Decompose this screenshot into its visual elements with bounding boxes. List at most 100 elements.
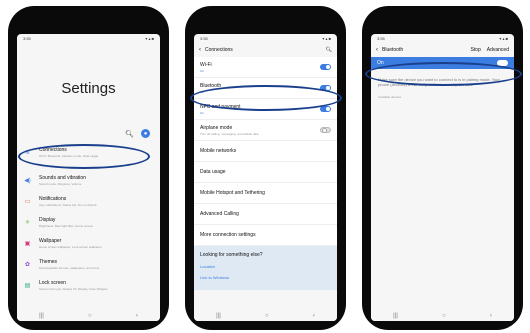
row-label: Advanced Calling [200,211,239,217]
wallpaper-icon: ▣ [24,241,31,247]
bluetooth-description: Make sure the device you want to connect… [378,77,500,87]
connections-list: Wi-Fi On Bluetooth On NFC and payment On Airpl… [194,57,337,246]
bluetooth-screen: 3:55 ▾ ▴ ■ ‹ Bluetooth Stop Advanced On … [371,34,514,321]
status-icons: ▾ ▴ ■ [499,36,508,41]
connections-row-nfc-and-payment[interactable]: NFC and payment On [194,99,337,120]
item-label: Sounds and vibration [39,175,86,181]
row-label: NFC and payment [200,103,241,110]
header: ‹ Connections 🔍︎ [194,43,337,57]
settings-list: ≋ Connections Wi-Fi, Bluetooth, Airplane m… [17,142,160,296]
toggle-switch[interactable] [320,85,331,91]
home-icon[interactable]: ○ [442,313,446,319]
stop-button[interactable]: Stop [470,47,480,53]
themes-icon: ✿ [24,262,31,268]
connections-row-airplane-mode[interactable]: Airplane mode Turn off calling, messaging… [194,120,337,141]
settings-item-lock-screen[interactable]: ▤ Lock screen Screen lock type, Always On … [17,275,160,296]
status-icons: ▾ ▴ ■ [322,36,331,41]
status-time: 3:55 [200,36,208,41]
settings-screen: 3:55 ▾ ▴ ■ Settings 🔍︎ ● ≋ Connections Wi-… [17,34,160,321]
item-label: Lock screen [39,280,66,286]
back-icon[interactable]: ‹ [313,313,315,319]
status-bar: 3:55 ▾ ▴ ■ [194,34,337,43]
settings-item-notifications[interactable]: ▭ Notifications App notifications, Status … [17,191,160,212]
back-arrow-icon[interactable]: ‹ [376,47,378,53]
link-to-windows[interactable]: Link to Windows [200,275,331,280]
link-location[interactable]: Location [200,264,331,269]
back-arrow-icon[interactable]: ‹ [199,47,201,53]
looking-panel: Looking for something else? Location Lin… [194,246,337,290]
item-label: Notifications [39,196,67,202]
sound-icon: ◀) [24,178,31,184]
item-label: Themes [39,259,58,265]
row-subtitle: On [200,68,205,73]
available-devices-label: Available devices [378,95,402,99]
row-label: Data usage [200,169,226,175]
connections-row-mobile-networks[interactable]: Mobile networks [194,141,337,162]
back-icon[interactable]: ‹ [136,313,138,319]
header-title: Connections [205,47,233,53]
wifi-icon: ≋ [24,150,31,156]
notification-icon: ▭ [24,199,31,205]
page-title: Settings [61,80,116,97]
bluetooth-toggle-bar[interactable]: On [371,57,514,69]
row-label: Bluetooth [200,82,222,89]
navigation-bar: ||| ○ ‹ [17,310,160,321]
recent-apps-icon[interactable]: ||| [39,313,44,319]
header-title: Bluetooth [382,47,404,53]
header: ‹ Bluetooth Stop Advanced [371,43,514,57]
item-label: Display [39,217,56,223]
item-label: Connections [39,147,67,153]
connections-row-mobile-hotspot-and-tethering[interactable]: Mobile Hotspot and Tethering [194,183,337,204]
settings-item-display[interactable]: ☀ Display Brightness, Blue light filter, H… [17,212,160,233]
item-subtitle: Home screen wallpaper, Lock screen wallp… [39,245,102,249]
row-label: Wi-Fi [200,61,212,68]
item-subtitle: Screen lock type, Always On Display, Fac… [39,287,108,291]
connections-row-more-connection-settings[interactable]: More connection settings [194,225,337,246]
settings-item-sounds-and-vibration[interactable]: ◀) Sounds and vibration Sound mode, Ringto… [17,170,160,191]
toggle-switch[interactable] [320,64,331,70]
phone-connections: 3:55 ▾ ▴ ■ ‹ Connections 🔍︎ Wi-Fi On Bluet… [185,6,346,330]
back-icon[interactable]: ‹ [490,313,492,319]
recent-apps-icon[interactable]: ||| [393,313,398,319]
looking-title: Looking for something else? [200,252,263,258]
connections-row-wi-fi[interactable]: Wi-Fi On [194,57,337,78]
search-icon[interactable]: 🔍︎ [125,130,134,138]
item-subtitle: Brightness, Blue light filter, Home scre… [39,224,94,228]
navigation-bar: ||| ○ ‹ [371,310,514,321]
item-subtitle: App notifications, Status bar, Do not di… [39,203,97,207]
connections-row-bluetooth[interactable]: Bluetooth On [194,78,337,99]
row-subtitle: On [200,89,205,94]
toggle-switch[interactable] [320,127,331,133]
item-label: Wallpaper [39,238,62,244]
profile-icon[interactable]: ● [141,129,150,138]
bluetooth-on-label: On [377,60,384,66]
toggle-switch[interactable] [320,106,331,112]
phone-settings: 3:55 ▾ ▴ ■ Settings 🔍︎ ● ≋ Connections Wi-… [8,6,169,330]
status-time: 3:55 [23,36,31,41]
phone-bluetooth: 3:55 ▾ ▴ ■ ‹ Bluetooth Stop Advanced On … [362,6,523,330]
settings-item-connections[interactable]: ≋ Connections Wi-Fi, Bluetooth, Airplane m… [17,142,160,163]
recent-apps-icon[interactable]: ||| [216,313,221,319]
settings-item-themes[interactable]: ✿ Themes Downloadable themes, wallpapers, … [17,254,160,275]
home-icon[interactable]: ○ [88,313,92,319]
advanced-button[interactable]: Advanced [487,47,509,53]
status-time: 3:55 [377,36,385,41]
row-subtitle: Turn off calling, messaging, and Mobile … [200,131,259,136]
row-label: Mobile networks [200,148,237,154]
navigation-bar: ||| ○ ‹ [194,310,337,321]
status-bar: 3:55 ▾ ▴ ■ [371,34,514,43]
connections-row-data-usage[interactable]: Data usage [194,162,337,183]
row-label: More connection settings [200,232,256,238]
display-icon: ☀ [24,220,31,226]
settings-item-wallpaper[interactable]: ▣ Wallpaper Home screen wallpaper, Lock sc… [17,233,160,254]
status-icons: ▾ ▴ ■ [145,36,154,41]
item-subtitle: Wi-Fi, Bluetooth, Airplane mode, Data us… [39,154,99,158]
row-subtitle: On [200,110,205,115]
row-label: Mobile Hotspot and Tethering [200,190,265,196]
home-icon[interactable]: ○ [265,313,269,319]
search-icon[interactable]: 🔍︎ [326,47,332,53]
row-label: Airplane mode [200,124,233,131]
connections-row-advanced-calling[interactable]: Advanced Calling [194,204,337,225]
status-bar: 3:55 ▾ ▴ ■ [17,34,160,43]
bluetooth-switch[interactable] [497,60,508,66]
